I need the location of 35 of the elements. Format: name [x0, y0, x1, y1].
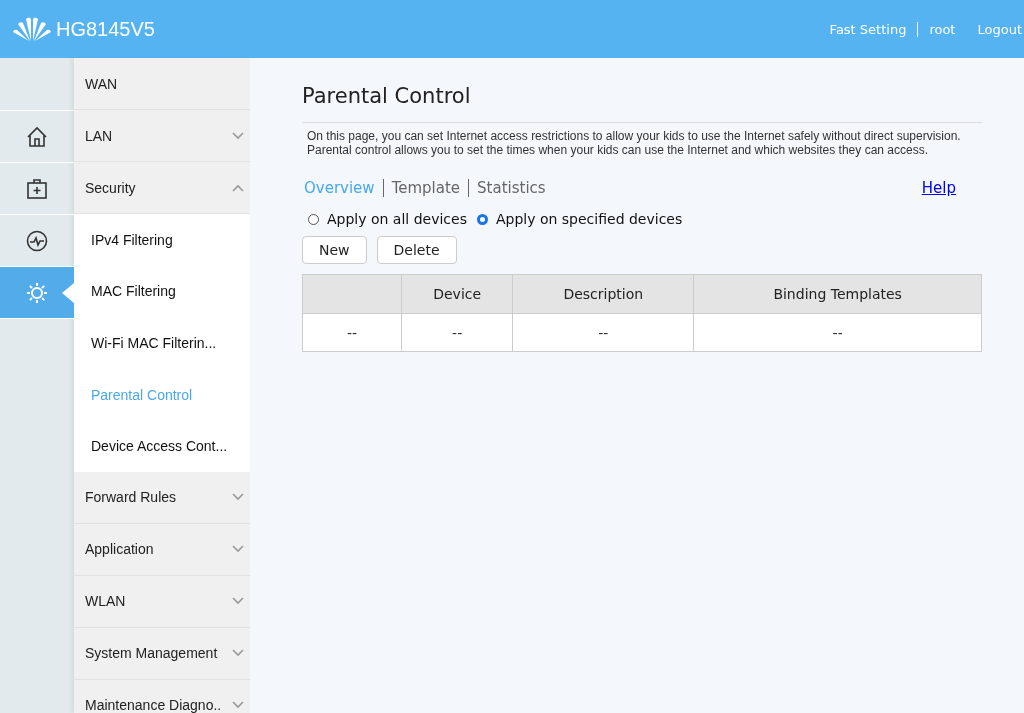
page-title: Parental Control: [302, 84, 982, 123]
page-description: On this page, you can set Internet access restrictions to allow your kids to use the Internet safely without direct supervision. Parental control allows you to set the times when your kids can use the Internet and which websites they can access.: [307, 129, 962, 157]
first-aid-kit-icon: [26, 177, 48, 200]
action-button[interactable]: New: [302, 236, 367, 264]
pulse-icon: [26, 229, 48, 252]
table-cell: --: [302, 313, 402, 352]
tab[interactable]: Statistics: [468, 179, 554, 197]
column-header: Description: [512, 274, 694, 314]
tab[interactable]: Template: [382, 179, 469, 197]
submenu-item[interactable]: IPv4 Filtering: [74, 214, 250, 266]
menu-item[interactable]: Forward Rules: [74, 471, 250, 524]
menu-item[interactable]: Application: [74, 523, 250, 576]
radio-button[interactable]: [476, 213, 488, 225]
radio-label: Apply on specified devices: [495, 211, 683, 227]
logo-icon: [12, 15, 52, 43]
table-cell: --: [401, 313, 513, 352]
menu-item[interactable]: LAN: [74, 110, 250, 162]
table-cell: --: [693, 313, 982, 352]
menu-item[interactable]: WLAN: [74, 575, 250, 628]
radio-button[interactable]: [308, 213, 319, 225]
product-name: HG8145V5: [56, 17, 155, 41]
menu-item[interactable]: WAN: [74, 58, 250, 110]
submenu-item[interactable]: Wi-Fi MAC Filterin...: [74, 317, 250, 369]
submenu-item[interactable]: MAC Filtering: [74, 265, 250, 318]
column-header: Binding Templates: [693, 274, 982, 314]
menu-item[interactable]: System Management: [74, 627, 250, 680]
table-cell: --: [512, 313, 694, 352]
submenu-item[interactable]: Device Access Cont...: [74, 420, 250, 472]
action-button[interactable]: Delete: [376, 236, 457, 264]
column-header: Device: [401, 274, 513, 314]
help-link[interactable]: Help: [921, 179, 956, 197]
home-icon: [26, 125, 48, 148]
settings-icon: [26, 281, 48, 304]
radio-label: Apply on all devices: [327, 211, 467, 227]
menu-item[interactable]: Maintenance Diagno..: [74, 679, 250, 713]
